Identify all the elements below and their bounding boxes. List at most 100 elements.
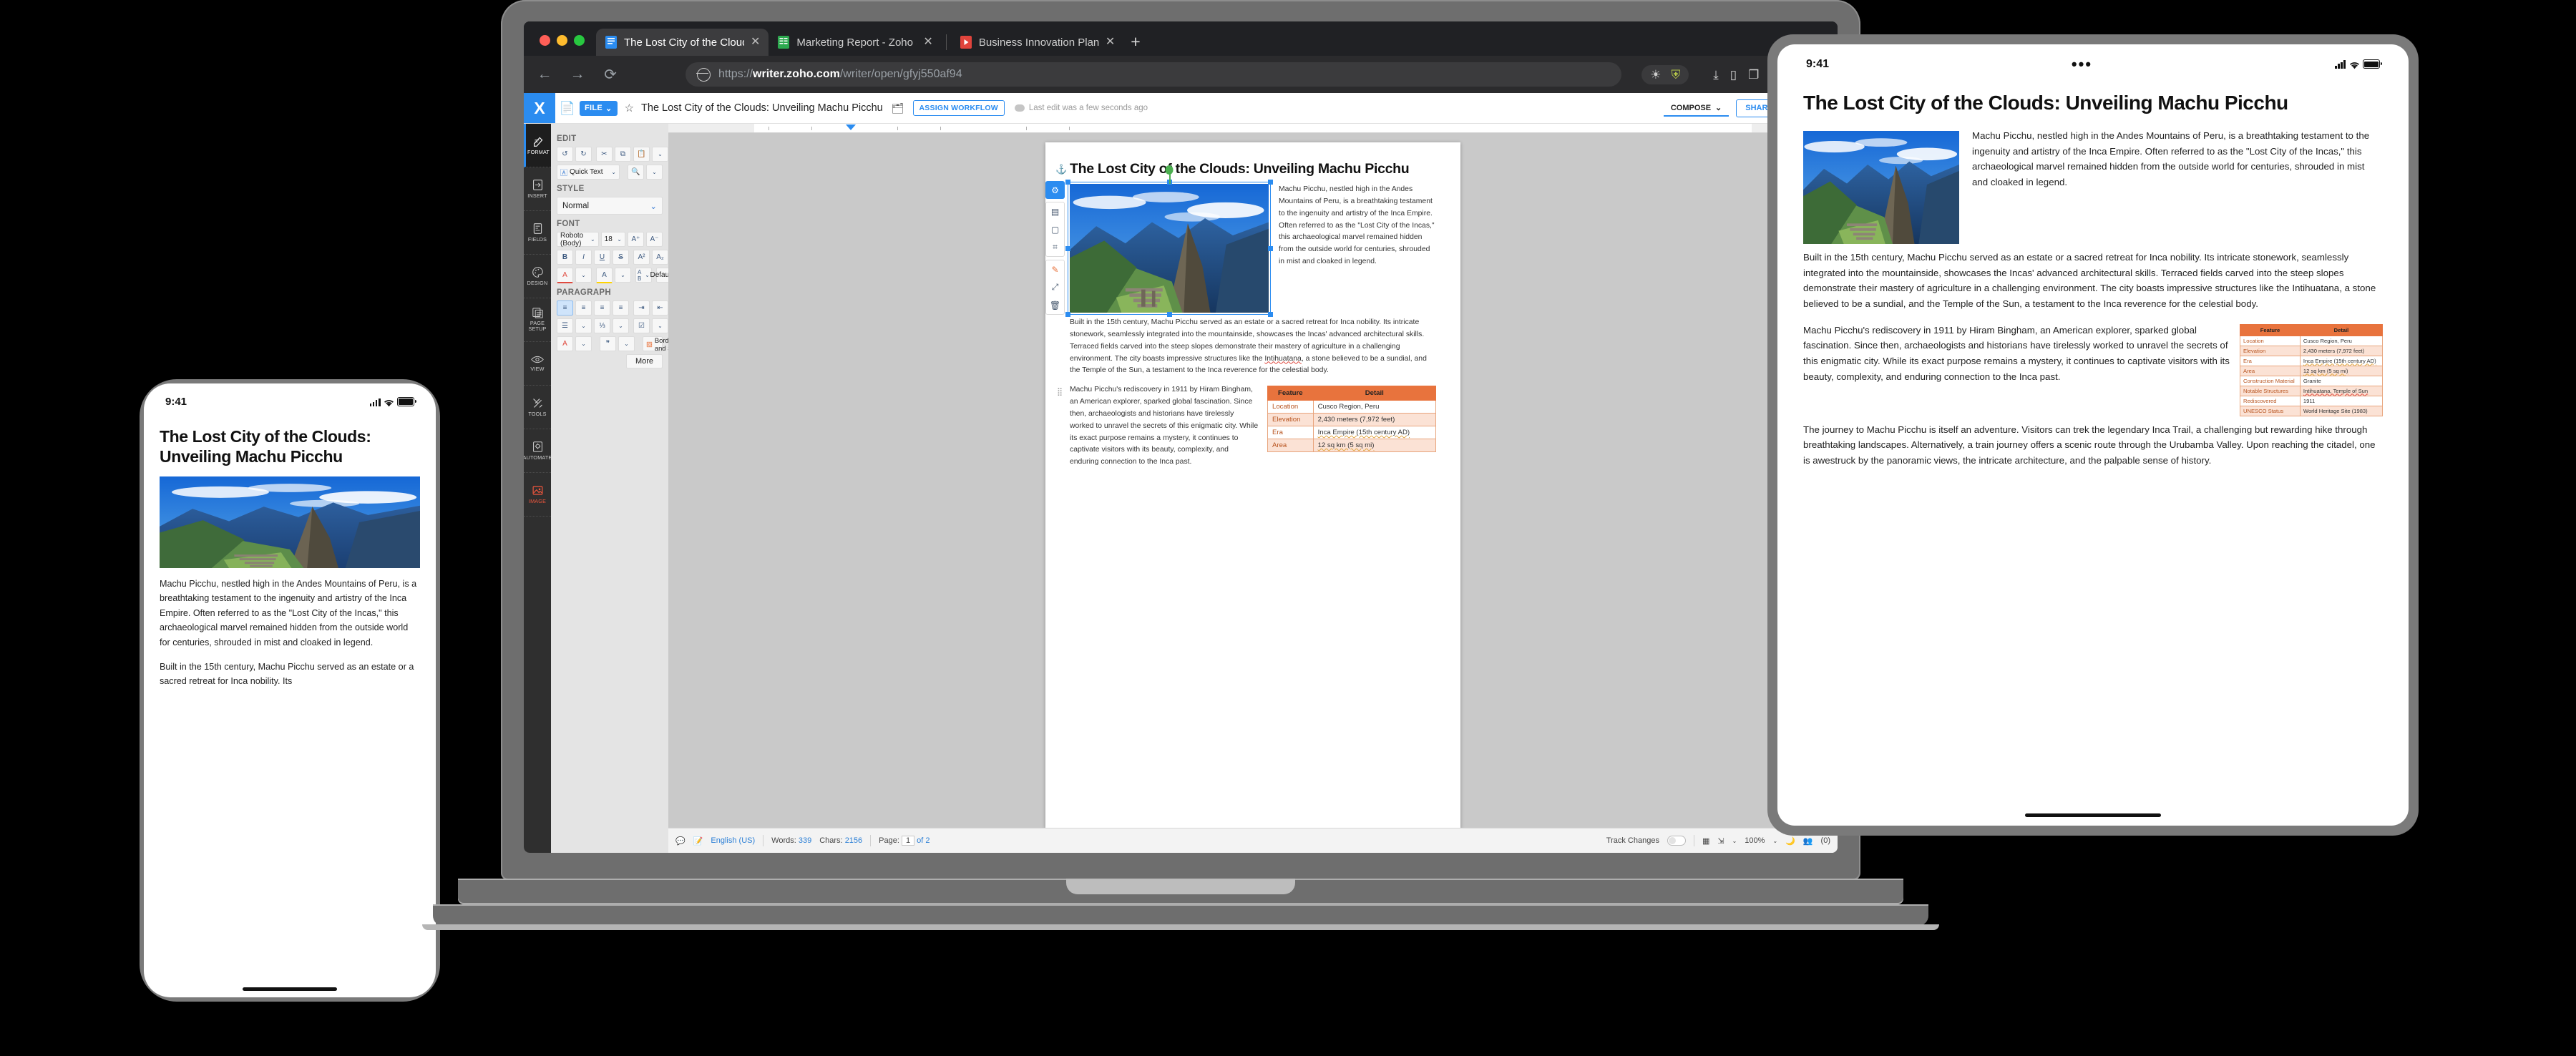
compose-button[interactable]: COMPOSE ⌄ (1663, 99, 1729, 117)
sidebar-item-insert[interactable]: INSERT (524, 167, 551, 211)
quote-icon[interactable]: ❞ (600, 336, 616, 351)
indent-increase-icon[interactable]: ⇥ (633, 300, 650, 316)
superscript-button[interactable]: A² (633, 250, 650, 265)
increase-font-button[interactable]: A⁺ (628, 232, 644, 247)
subscript-button[interactable]: A₂ (652, 250, 668, 265)
phone-home-indicator[interactable] (243, 987, 337, 991)
spellcheck-icon[interactable]: 📝 (693, 836, 703, 846)
resize-handle-tr[interactable] (1268, 180, 1273, 185)
align-right-icon[interactable]: ≡ (594, 300, 610, 316)
undo-icon[interactable]: ↺ (557, 147, 573, 162)
align-center-icon[interactable]: ≡ (575, 300, 592, 316)
indent-marker[interactable] (846, 124, 856, 130)
sidebar-icon[interactable]: ▯ (1730, 69, 1737, 81)
paragraph-style-icon[interactable]: A (557, 336, 573, 351)
numbered-list-icon[interactable]: ⅓ (594, 318, 610, 333)
assign-workflow-button[interactable]: ASSIGN WORKFLOW (912, 100, 1005, 116)
indent-decrease-icon[interactable]: ⇤ (652, 300, 668, 316)
checklist-icon[interactable]: ☑ (633, 318, 650, 333)
fit-page-icon[interactable]: ⇲ (1717, 836, 1724, 846)
redo-icon[interactable]: ↻ (575, 147, 592, 162)
underline-button[interactable]: U (594, 250, 610, 265)
language-label[interactable]: English (US) (711, 836, 755, 845)
zoom-level[interactable]: 100% (1745, 836, 1765, 845)
sidebar-item-fields[interactable]: FIELDS (524, 211, 551, 255)
decrease-font-button[interactable]: A⁻ (646, 232, 663, 247)
folder-icon[interactable]: 🗂 (892, 102, 904, 114)
crop-icon[interactable]: ⌗ (1046, 238, 1064, 256)
document-title[interactable]: The Lost City of the Clouds: Unveiling M… (641, 102, 883, 114)
sidebar-item-format[interactable]: FORMAT (524, 124, 551, 167)
resize-icon[interactable]: ⤢ (1046, 278, 1064, 296)
horizontal-ruler[interactable] (668, 124, 1838, 133)
track-changes-toggle[interactable] (1667, 836, 1686, 846)
chevron-down-icon[interactable]: ⌄ (1732, 838, 1737, 844)
resize-handle-ml[interactable] (1065, 246, 1070, 251)
browser-tab-show[interactable]: Business Innovation Plan - Zoh ✕ (951, 29, 1123, 56)
close-icon[interactable]: ✕ (923, 36, 932, 48)
selected-image[interactable]: ⚙ ▤ ▢ ⌗ ✎ ⤢ 🗑 (1045, 165, 1273, 317)
sidebar-item-design[interactable]: DESIGN (524, 255, 551, 298)
resize-handle-bl[interactable] (1065, 312, 1070, 317)
paragraph-style-select[interactable]: Normal ⌄ (557, 197, 663, 215)
sidebar-item-tools[interactable]: TOOLS (524, 386, 551, 429)
font-family-select[interactable]: Roboto (Body) ⌄ (557, 232, 599, 248)
table-drag-handle[interactable]: ⣿ (1057, 387, 1063, 396)
document-page[interactable]: ⚓ The Lost City of the Clouds: Unveiling… (1045, 142, 1460, 828)
zoho-logo[interactable]: X (524, 93, 555, 123)
back-icon[interactable]: ← (534, 66, 555, 83)
edit-image-icon[interactable]: ✎ (1046, 260, 1064, 278)
document-menu-icon[interactable]: 📄 (555, 101, 580, 116)
numbered-list-caret-icon[interactable]: ⌄ (613, 318, 629, 333)
close-window-button[interactable] (540, 35, 550, 46)
download-icon[interactable]: ⤓ (1713, 69, 1719, 81)
close-icon[interactable]: ✕ (1106, 36, 1115, 48)
new-tab-button[interactable]: + (1123, 34, 1147, 56)
dark-mode-icon[interactable]: 🌙 (1785, 836, 1795, 846)
browser-extensions-pill[interactable]: ☀ ⛨ (1641, 64, 1689, 84)
image-settings-icon[interactable]: ⚙ (1045, 181, 1065, 199)
sidebar-item-view[interactable]: VIEW (524, 342, 551, 386)
resize-handle-br[interactable] (1268, 312, 1273, 317)
strikethrough-button[interactable]: S (613, 250, 629, 265)
resize-handle-tl[interactable] (1065, 180, 1070, 185)
italic-button[interactable]: I (575, 250, 592, 265)
minimize-window-button[interactable] (557, 35, 567, 46)
page-layout-icon[interactable]: ▦ (1702, 836, 1709, 846)
copy-icon[interactable]: ⧉ (615, 147, 631, 162)
highlight-button[interactable]: A (596, 268, 613, 283)
image-border-icon[interactable]: ▢ (1046, 220, 1064, 238)
anchor-dot[interactable] (1165, 165, 1174, 175)
maximize-window-button[interactable] (574, 35, 585, 46)
cut-icon[interactable]: ✂ (596, 147, 613, 162)
sidebar-item-page-setup[interactable]: PAGE SETUP (524, 298, 551, 342)
paste-caret-icon[interactable]: ⌄ (652, 147, 668, 162)
more-button[interactable]: More (625, 354, 663, 368)
comment-icon[interactable]: 💬 (675, 836, 686, 846)
details-table[interactable]: Feature Detail Location Cusco Region, Per… (1267, 386, 1437, 453)
text-wrap-icon[interactable]: ▤ (1046, 202, 1064, 220)
font-color-button[interactable]: A (557, 268, 573, 283)
shield-icon[interactable]: ⛨ (1671, 69, 1680, 81)
address-bar[interactable]: https://writer.zoho.com/writer/open/gfyj… (686, 62, 1622, 87)
browser-tab-sheet[interactable]: Marketing Report - Zoho Sheet ✕ (769, 29, 941, 56)
window-controls[interactable] (534, 35, 596, 56)
align-left-icon[interactable]: ≡ (557, 300, 573, 316)
resize-handle-bc[interactable] (1167, 312, 1172, 317)
highlight-caret-icon[interactable]: ⌄ (615, 268, 631, 283)
browser-tab-writer[interactable]: The Lost City of the Clouds - Zo ✕ (596, 29, 769, 56)
find-caret-icon[interactable]: ⌄ (646, 165, 663, 180)
paragraph-style-caret-icon[interactable]: ⌄ (575, 336, 592, 351)
quick-text-button[interactable]: 🄰 Quick Text ⌄ (557, 165, 620, 180)
forward-icon[interactable]: → (567, 66, 588, 83)
sidebar-item-image[interactable]: IMAGE (524, 473, 551, 517)
default-format-button[interactable]: Default... (650, 268, 668, 283)
bullet-list-icon[interactable]: ☰ (557, 318, 573, 333)
reload-icon[interactable]: ⟳ (600, 66, 621, 84)
chevron-down-icon[interactable]: ⌄ (1772, 838, 1777, 844)
font-color-caret-icon[interactable]: ⌄ (575, 268, 592, 283)
sidebar-item-automate[interactable]: AUTOMATE (524, 429, 552, 473)
align-justify-icon[interactable]: ≡ (613, 300, 629, 316)
font-size-select[interactable]: 18 ⌄ (600, 232, 625, 247)
brightness-icon[interactable]: ☀ (1650, 69, 1661, 81)
